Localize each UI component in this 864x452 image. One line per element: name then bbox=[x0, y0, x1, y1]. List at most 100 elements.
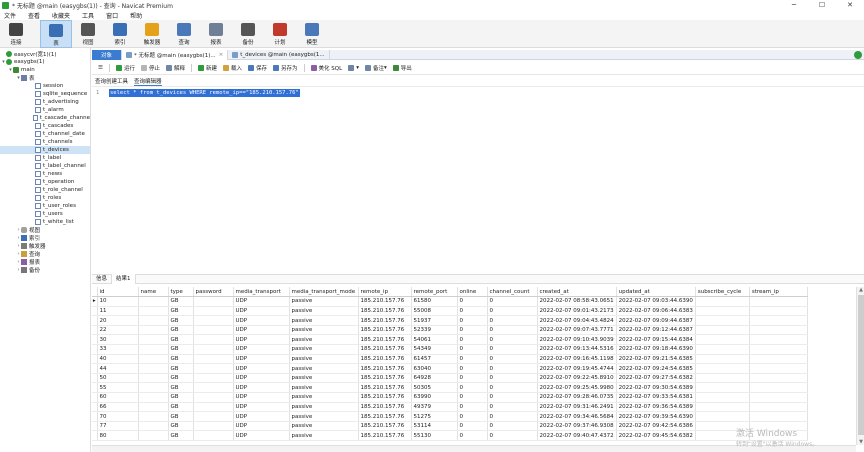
table-row[interactable]: 20 GB UDP passive 185.210.157.76 51937 0 0 2022-… bbox=[92, 315, 808, 326]
tree-folder-backup[interactable]: › 备份 bbox=[0, 266, 90, 274]
column-header-channel-count[interactable]: channel_count bbox=[487, 287, 538, 298]
cell-media-transport-mode[interactable]: passive bbox=[289, 296, 359, 307]
cell-online[interactable]: 0 bbox=[457, 306, 488, 317]
cell-media-transport[interactable]: UDP bbox=[233, 325, 290, 336]
cell-media-transport-mode[interactable]: passive bbox=[289, 402, 359, 413]
tab-objects[interactable]: 对象 bbox=[92, 49, 122, 60]
menu-file[interactable]: 文件 bbox=[4, 11, 16, 20]
scroll-down-icon[interactable]: ▼ bbox=[857, 439, 864, 445]
cell-updated-at[interactable]: 2022-02-07 09:39:54.6390 bbox=[616, 411, 696, 422]
cell-updated-at[interactable]: 2022-02-07 09:27:54.6382 bbox=[616, 373, 696, 384]
cell-channel-count[interactable]: 0 bbox=[487, 363, 538, 374]
cell-updated-at[interactable]: 2022-02-07 09:15:44.6384 bbox=[616, 334, 696, 346]
cell-online[interactable]: 0 bbox=[457, 382, 488, 394]
tree-folder-query[interactable]: › 查询 bbox=[0, 250, 90, 258]
cell-stream-ip[interactable] bbox=[749, 334, 808, 346]
tree-table-t_channels[interactable]: t_channels bbox=[0, 138, 90, 146]
cell-media-transport[interactable]: UDP bbox=[233, 334, 290, 346]
column-header-subscribe-cycle[interactable]: subscribe_cycle bbox=[695, 287, 750, 298]
cell-updated-at[interactable]: 2022-02-07 09:03:44.6390 bbox=[616, 296, 696, 307]
cell-created-at[interactable]: 2022-02-07 09:31:46.2491 bbox=[537, 402, 617, 413]
cell-media-transport[interactable]: UDP bbox=[233, 382, 290, 394]
cell-type[interactable]: GB bbox=[168, 382, 194, 394]
cell-subscribe-cycle[interactable] bbox=[695, 296, 750, 307]
cell-remote-port[interactable]: 51275 bbox=[411, 411, 458, 422]
tree-table-t_user_roles[interactable]: t_user_roles bbox=[0, 202, 90, 210]
table-row[interactable]: 70 GB UDP passive 185.210.157.76 51275 0 0 2022-… bbox=[92, 411, 808, 422]
cell-password[interactable] bbox=[193, 334, 234, 346]
close-button[interactable]: ✕ bbox=[836, 0, 864, 10]
column-header-remote-port[interactable]: remote_port bbox=[411, 287, 458, 298]
tree-table-t_advertising[interactable]: t_advertising bbox=[0, 98, 90, 106]
cell-password[interactable] bbox=[193, 306, 234, 317]
new-button[interactable]: 新建 bbox=[197, 64, 217, 72]
cell-channel-count[interactable]: 0 bbox=[487, 373, 538, 384]
tree-folder-report[interactable]: › 报表 bbox=[0, 258, 90, 266]
vertical-scrollbar[interactable]: ▲ ▼ bbox=[856, 287, 864, 445]
cell-stream-ip[interactable] bbox=[749, 382, 808, 394]
cell-created-at[interactable]: 2022-02-07 09:22:45.8910 bbox=[537, 373, 617, 384]
tree-folder-view[interactable]: › 视图 bbox=[0, 226, 90, 234]
cell-media-transport[interactable]: UDP bbox=[233, 296, 290, 307]
tree-table-t_white_list[interactable]: t_white_list bbox=[0, 218, 90, 226]
explain-button[interactable]: 解释 bbox=[165, 64, 185, 72]
cell-media-transport-mode[interactable]: passive bbox=[289, 392, 359, 403]
cell-name[interactable] bbox=[138, 411, 169, 422]
cell-created-at[interactable]: 2022-02-07 09:10:43.9039 bbox=[537, 334, 617, 346]
export-button[interactable]: 导出 bbox=[392, 64, 412, 72]
cell-channel-count[interactable]: 0 bbox=[487, 382, 538, 394]
cell-updated-at[interactable]: 2022-02-07 09:24:54.6385 bbox=[616, 363, 696, 374]
cell-id[interactable]: 55 bbox=[97, 382, 139, 394]
cell-online[interactable]: 0 bbox=[457, 296, 488, 307]
tree-table-t_devices[interactable]: t_devices bbox=[0, 146, 90, 154]
cell-media-transport-mode[interactable]: passive bbox=[289, 430, 359, 441]
cell-online[interactable]: 0 bbox=[457, 334, 488, 346]
toolbar-glasses-button[interactable]: 视图 bbox=[72, 20, 104, 48]
cell-remote-ip[interactable]: 185.210.157.76 bbox=[358, 354, 412, 365]
cell-id[interactable]: 33 bbox=[97, 344, 139, 355]
table-row[interactable]: 30 GB UDP passive 185.210.157.76 54061 0 0 2022-… bbox=[92, 334, 808, 346]
save-button[interactable]: 保存 bbox=[248, 64, 267, 72]
cell-subscribe-cycle[interactable] bbox=[695, 334, 750, 346]
cell-type[interactable]: GB bbox=[168, 325, 194, 336]
cell-subscribe-cycle[interactable] bbox=[695, 363, 750, 374]
cell-name[interactable] bbox=[138, 363, 169, 374]
tab-query-builder[interactable]: 查询创建工具 bbox=[95, 77, 128, 85]
cell-updated-at[interactable]: 2022-02-07 09:09:44.6387 bbox=[616, 315, 696, 326]
toolbar-lightning-button[interactable]: 触发器 bbox=[136, 20, 168, 48]
tree-table-t_label_channel[interactable]: t_label_channel bbox=[0, 162, 90, 170]
cell-updated-at[interactable]: 2022-02-07 09:36:54.6389 bbox=[616, 402, 696, 413]
result-grid[interactable]: id name type password media_transport media_t… bbox=[92, 287, 856, 445]
toolbar-calendar-button[interactable]: 计划 bbox=[264, 20, 296, 48]
tree-connection-easygbs[interactable]: ▾ easygbs(1) bbox=[0, 58, 90, 66]
cell-stream-ip[interactable] bbox=[749, 296, 808, 307]
table-row[interactable]: 22 GB UDP passive 185.210.157.76 52339 0 0 2022-… bbox=[92, 325, 808, 336]
cell-remote-port[interactable]: 54061 bbox=[411, 334, 458, 346]
cell-remote-ip[interactable]: 185.210.157.76 bbox=[358, 392, 412, 403]
cell-media-transport[interactable]: UDP bbox=[233, 411, 290, 422]
cell-remote-port[interactable]: 61457 bbox=[411, 354, 458, 365]
cell-name[interactable] bbox=[138, 306, 169, 317]
cell-channel-count[interactable]: 0 bbox=[487, 334, 538, 346]
cell-password[interactable] bbox=[193, 325, 234, 336]
table-row[interactable]: 50 GB UDP passive 185.210.157.76 64928 0 0 2022-… bbox=[92, 373, 808, 384]
cell-remote-ip[interactable]: 185.210.157.76 bbox=[358, 363, 412, 374]
tab-close-icon[interactable]: × bbox=[219, 52, 224, 58]
table-row[interactable]: ▸ 10 GB UDP passive 185.210.157.76 61580 0 0 2022… bbox=[92, 296, 808, 307]
cell-online[interactable]: 0 bbox=[457, 373, 488, 384]
cell-id[interactable]: 77 bbox=[97, 421, 139, 432]
cell-name[interactable] bbox=[138, 392, 169, 403]
column-header-type[interactable]: type bbox=[168, 287, 194, 298]
table-row[interactable]: 77 GB UDP passive 185.210.157.76 53114 0 0 2022-… bbox=[92, 421, 808, 432]
tree-table-t_operation[interactable]: t_operation bbox=[0, 178, 90, 186]
cell-type[interactable]: GB bbox=[168, 296, 194, 307]
menu-button[interactable]: ☰ bbox=[98, 65, 103, 71]
tab-info[interactable]: 信息 bbox=[92, 274, 111, 284]
cell-remote-port[interactable]: 53114 bbox=[411, 421, 458, 432]
cell-media-transport-mode[interactable]: passive bbox=[289, 382, 359, 394]
menu-favorites[interactable]: 收藏夹 bbox=[52, 11, 70, 20]
cell-password[interactable] bbox=[193, 363, 234, 374]
cell-subscribe-cycle[interactable] bbox=[695, 354, 750, 365]
column-header-created-at[interactable]: created_at bbox=[537, 287, 617, 298]
cell-media-transport[interactable]: UDP bbox=[233, 344, 290, 355]
